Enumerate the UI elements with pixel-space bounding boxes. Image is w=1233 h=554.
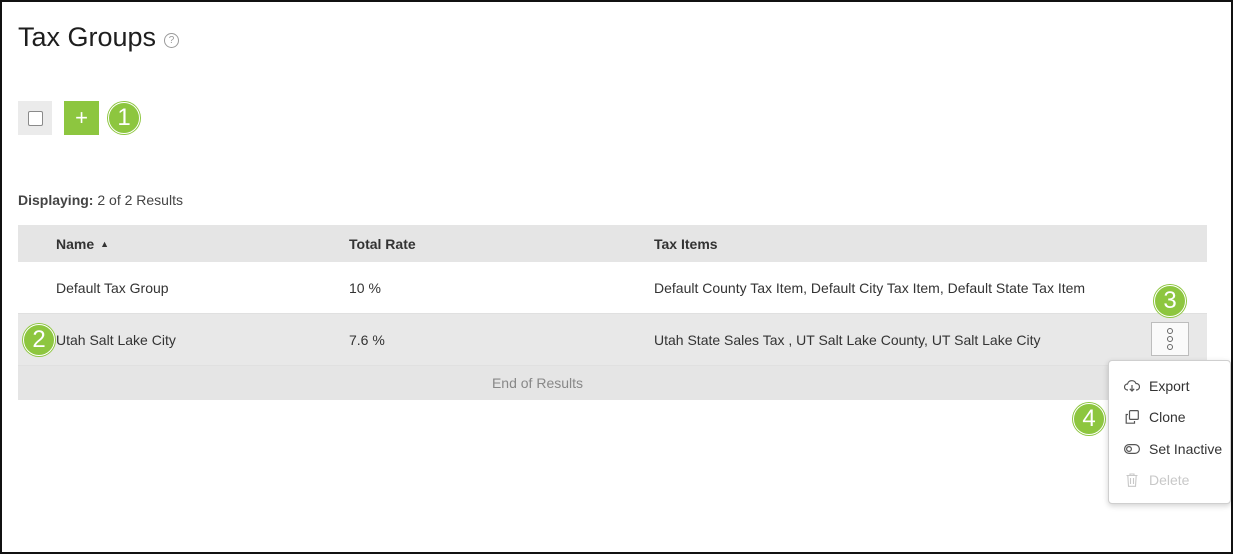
end-of-results: End of Results <box>18 366 1207 400</box>
results-count: Displaying: 2 of 2 Results <box>18 192 183 208</box>
menu-item-set-inactive[interactable]: Set Inactive <box>1109 433 1230 465</box>
column-header-name-label: Name <box>56 235 95 252</box>
page-title: Tax Groups <box>18 22 157 52</box>
results-count-text: 2 of 2 Results <box>97 192 183 208</box>
menu-item-label: Set Inactive <box>1149 440 1223 457</box>
callout-badge-4: 4 <box>1073 403 1105 435</box>
toggle-off-icon <box>1124 441 1140 457</box>
menu-item-label: Delete <box>1149 472 1190 489</box>
menu-item-export[interactable]: Export <box>1109 370 1230 402</box>
kebab-dot <box>1167 328 1173 334</box>
row-rate: 10 % <box>349 279 381 296</box>
row-rate: 7.6 % <box>349 331 385 348</box>
table-row[interactable]: Utah Salt Lake City 7.6 % Utah State Sal… <box>18 314 1207 366</box>
add-tax-group-button[interactable]: + <box>64 101 99 135</box>
table-header: Name ▲ Total Rate Tax Items <box>18 225 1207 262</box>
callout-badge-1: 1 <box>108 102 140 134</box>
page-title-container: Tax Groups ? <box>18 22 180 53</box>
cloud-download-icon <box>1124 378 1140 394</box>
row-name: Utah Salt Lake City <box>56 331 176 348</box>
callout-badge-3: 3 <box>1154 285 1186 317</box>
row-name: Default Tax Group <box>56 279 169 296</box>
caret-up-icon: ▲ <box>100 238 110 249</box>
row-actions-kebab-button[interactable] <box>1151 322 1189 356</box>
results-count-label: Displaying: <box>18 192 94 208</box>
row-actions-menu: Export Clone Set Inactive Delete <box>1108 360 1231 504</box>
menu-item-delete[interactable]: Delete <box>1109 465 1230 497</box>
column-header-tax-items[interactable]: Tax Items <box>654 236 718 252</box>
tax-groups-table: Name ▲ Total Rate Tax Items Default Tax G… <box>18 225 1207 400</box>
column-header-total-rate[interactable]: Total Rate <box>349 236 416 252</box>
checkbox-icon <box>27 110 43 126</box>
kebab-dot <box>1167 336 1173 342</box>
app-frame: Tax Groups ? + 1 Displaying: 2 of 2 Resu… <box>0 0 1233 554</box>
kebab-dot <box>1167 344 1173 350</box>
menu-item-label: Clone <box>1149 409 1186 426</box>
callout-badge-2: 2 <box>23 324 55 356</box>
select-all-checkbox[interactable] <box>18 101 52 135</box>
table-row[interactable]: Default Tax Group 10 % Default County Ta… <box>18 262 1207 314</box>
trash-icon <box>1124 472 1140 488</box>
row-tax-items: Default County Tax Item, Default City Ta… <box>654 279 1086 296</box>
clone-icon <box>1124 409 1140 425</box>
menu-item-label: Export <box>1149 377 1190 394</box>
column-header-name[interactable]: Name ▲ <box>56 236 109 252</box>
question-circle-icon[interactable]: ? <box>164 33 180 48</box>
row-tax-items: Utah State Sales Tax , UT Salt Lake Coun… <box>654 331 1041 348</box>
menu-item-clone[interactable]: Clone <box>1109 402 1230 434</box>
